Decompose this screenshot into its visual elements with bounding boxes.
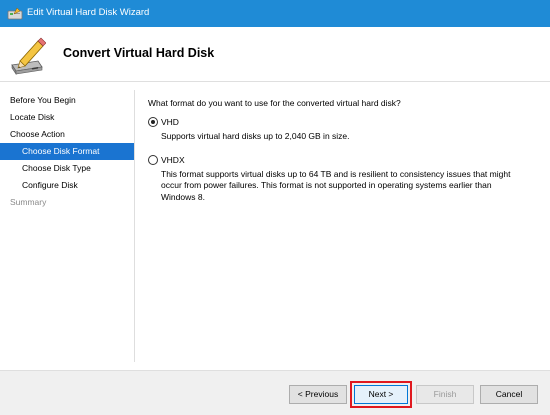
- vhd-option[interactable]: VHD: [148, 115, 538, 129]
- wizard-header: Convert Virtual Hard Disk: [0, 27, 550, 82]
- nav-item-choose-disk-type[interactable]: Choose Disk Type: [0, 160, 134, 177]
- next-button-highlight: Next >: [350, 381, 412, 408]
- pencil-disk-icon: [11, 37, 46, 75]
- vhdx-description: This format supports virtual disks up to…: [161, 168, 511, 202]
- window-title: Edit Virtual Hard Disk Wizard: [27, 7, 150, 18]
- title-bar[interactable]: Edit Virtual Hard Disk Wizard: [0, 0, 550, 27]
- vhd-label[interactable]: VHD: [161, 117, 179, 127]
- nav-divider: [134, 90, 135, 362]
- format-question: What format do you want to use for the c…: [148, 98, 401, 108]
- nav-item-before-you-begin[interactable]: Before You Begin: [0, 92, 134, 109]
- wizard-window-icon: [7, 7, 23, 20]
- wizard-footer: < Previous Next > Finish Cancel: [0, 370, 550, 415]
- cancel-button[interactable]: Cancel: [480, 385, 538, 404]
- wizard-steps-nav: Before You Begin Locate Disk Choose Acti…: [0, 92, 134, 211]
- vhdx-option[interactable]: VHDX: [148, 153, 538, 167]
- page-title: Convert Virtual Hard Disk: [63, 46, 215, 60]
- vhdx-radio[interactable]: [148, 154, 158, 165]
- wizard-body: Before You Begin Locate Disk Choose Acti…: [0, 82, 550, 370]
- nav-item-locate-disk[interactable]: Locate Disk: [0, 109, 134, 126]
- nav-item-choose-disk-format[interactable]: Choose Disk Format: [0, 143, 134, 160]
- vhd-radio[interactable]: [148, 117, 158, 127]
- finish-button: Finish: [416, 385, 474, 404]
- vhd-description: Supports virtual hard disks up to 2,040 …: [161, 131, 350, 141]
- next-button[interactable]: Next >: [354, 385, 408, 404]
- previous-button[interactable]: < Previous: [289, 385, 347, 404]
- nav-item-choose-action[interactable]: Choose Action: [0, 126, 134, 143]
- format-options: What format do you want to use for the c…: [148, 96, 538, 203]
- nav-item-summary: Summary: [10, 197, 47, 207]
- nav-item-configure-disk[interactable]: Configure Disk: [0, 177, 134, 194]
- vhdx-label[interactable]: VHDX: [161, 155, 185, 165]
